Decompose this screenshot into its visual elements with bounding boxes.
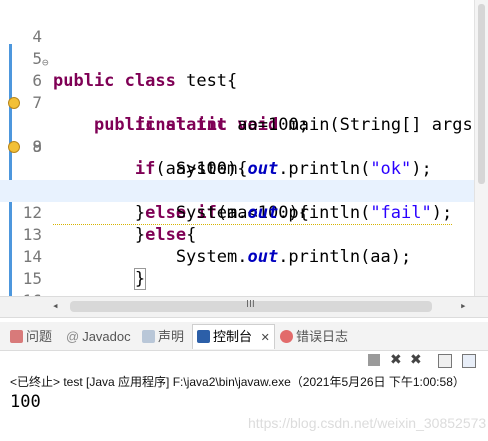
code-line[interactable]: 4	[0, 4, 474, 46]
code-line[interactable]: 14 }	[0, 224, 474, 290]
console-output[interactable]: 100	[10, 392, 41, 412]
tab-label: Javadoc	[82, 329, 131, 344]
problems-icon	[10, 330, 23, 343]
scroll-left-icon[interactable]: ◂	[52, 299, 59, 312]
code-editor[interactable]: 4 5 public class test{ 6 ⊖ public static…	[0, 0, 474, 296]
code-line[interactable]: 5 public class test{	[0, 26, 474, 91]
tab-label: 错误日志	[296, 329, 349, 344]
at-icon: @	[66, 329, 80, 344]
code-line[interactable]: 8 if(aa>100){	[0, 92, 474, 179]
error-log-icon	[280, 330, 293, 343]
scrollbar-grip: III	[246, 299, 255, 310]
warning-icon[interactable]	[8, 141, 20, 153]
tab-declaration[interactable]: 声明	[142, 328, 184, 346]
tab-javadoc[interactable]: @ Javadoc	[66, 328, 131, 346]
clear-console-icon[interactable]	[438, 354, 452, 368]
tab-console[interactable]: 控制台 ✕	[192, 324, 275, 349]
tab-error-log[interactable]: 错误日志	[280, 328, 348, 346]
vertical-scrollbar[interactable]	[474, 0, 488, 296]
console-toolbar: ✖ ✖	[358, 350, 488, 372]
view-tab-bar: 问题 @ Javadoc 声明 控制台 ✕ 错误日志	[0, 322, 488, 351]
code-line[interactable]: 13 System.out.println(aa);	[0, 202, 474, 267]
code-line[interactable]: 6 ⊖ public static void main(String[] arg…	[0, 48, 474, 135]
terminate-icon[interactable]	[368, 354, 380, 366]
tab-label: 问题	[26, 329, 53, 344]
scroll-right-icon[interactable]: ▸	[460, 299, 467, 312]
code-line[interactable]: 11 System.out.println("fail");	[0, 158, 474, 225]
console-icon	[197, 330, 210, 343]
close-icon[interactable]: ✕	[261, 332, 270, 344]
current-code-line[interactable]: 12 }else{	[0, 180, 474, 245]
tab-label: 声明	[158, 329, 185, 344]
code-line[interactable]: 16	[0, 268, 474, 296]
declaration-icon	[142, 330, 155, 343]
remove-all-icon[interactable]: ✖	[410, 353, 422, 367]
code-line[interactable]: 10 }else if(aa<100){	[0, 136, 474, 223]
watermark: https://blog.csdn.net/weixin_30852573	[248, 415, 487, 431]
code-line[interactable]: 9 System.out.println("ok");	[0, 114, 474, 181]
remove-launch-icon[interactable]: ✖	[390, 353, 402, 367]
tab-problems[interactable]: 问题	[10, 328, 52, 346]
tab-label: 控制台	[213, 329, 253, 344]
scrollbar-thumb[interactable]	[478, 4, 485, 184]
console-status: <已终止> test [Java 应用程序] F:\java2\bin\java…	[10, 375, 465, 389]
warning-icon[interactable]	[8, 97, 20, 109]
code-line[interactable]: 7 final int aa=100;	[0, 70, 474, 135]
scroll-lock-icon[interactable]	[462, 354, 476, 368]
code-line[interactable]: 15	[0, 246, 474, 288]
horizontal-scrollbar[interactable]: ◂ III ▸	[0, 296, 488, 318]
